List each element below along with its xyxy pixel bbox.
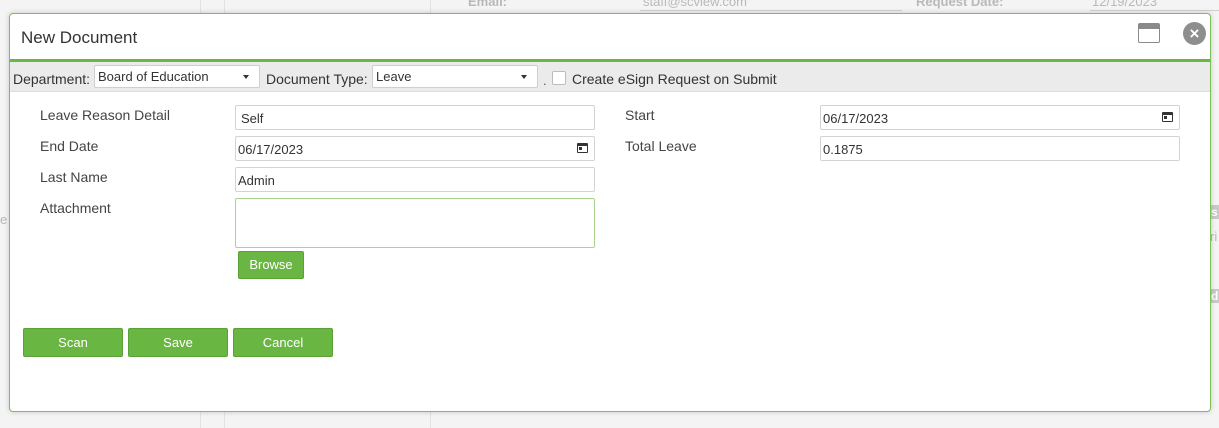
background-email-label: Email: [468,0,508,9]
total-leave-field[interactable]: 0.1875 [820,136,1180,161]
attachment-dropzone[interactable] [235,198,595,248]
last-name-label: Last Name [40,169,108,185]
leave-reason-detail-label: Leave Reason Detail [40,107,170,123]
start-label: Start [625,107,655,123]
total-leave-label: Total Leave [625,138,697,154]
calendar-icon[interactable] [1162,112,1173,122]
department-label: Department: [13,71,91,87]
scan-button[interactable]: Scan [23,328,123,357]
chevron-down-icon [521,75,527,79]
cancel-button[interactable]: Cancel [233,328,333,357]
leave-reason-detail-value: Self [241,111,264,126]
last-name-field[interactable]: Admin [235,167,595,192]
end-date-field[interactable]: 06/17/2023 [235,136,595,161]
start-date-field[interactable]: 06/17/2023 [820,105,1180,130]
new-document-dialog: New Document × Department: Board of Educ… [9,13,1211,412]
browse-button[interactable]: Browse [238,251,304,279]
document-type-select[interactable]: Leave [372,65,538,88]
department-select[interactable]: Board of Education [94,65,260,88]
total-leave-value: 0.1875 [823,142,863,157]
save-button[interactable]: Save [128,328,228,357]
background-fragment: e [0,212,8,227]
document-toolbar: Department: Board of Education Document … [10,62,1210,92]
calendar-icon[interactable] [577,143,588,153]
esign-checkbox[interactable] [552,71,566,85]
background-request-date-label: Request Date: [916,0,1004,9]
background-underline [640,10,902,11]
window-maximize-icon[interactable] [1138,23,1160,43]
close-circle-icon[interactable]: × [1183,22,1206,45]
background-fragment: ri [1210,229,1218,244]
end-date-value: 06/17/2023 [238,142,304,157]
end-date-label: End Date [40,138,99,154]
document-type-label: Document Type: [266,71,368,87]
background-underline [1090,10,1219,11]
leave-reason-detail-field[interactable]: Self [235,105,595,130]
department-select-value: Board of Education [98,69,209,84]
attachment-label: Attachment [40,200,111,216]
esign-label: Create eSign Request on Submit [572,71,777,87]
toolbar-separator: . [543,73,547,88]
start-date-value: 06/17/2023 [823,111,889,126]
document-type-select-value: Leave [376,69,412,84]
background-email-value: staff@scview.com [643,0,747,9]
background-request-date-value: 12/19/2023 [1092,0,1158,9]
dialog-title: New Document [21,28,138,47]
dialog-titlebar: New Document × [10,14,1210,60]
last-name-value: Admin [238,173,275,188]
chevron-down-icon [243,75,249,79]
